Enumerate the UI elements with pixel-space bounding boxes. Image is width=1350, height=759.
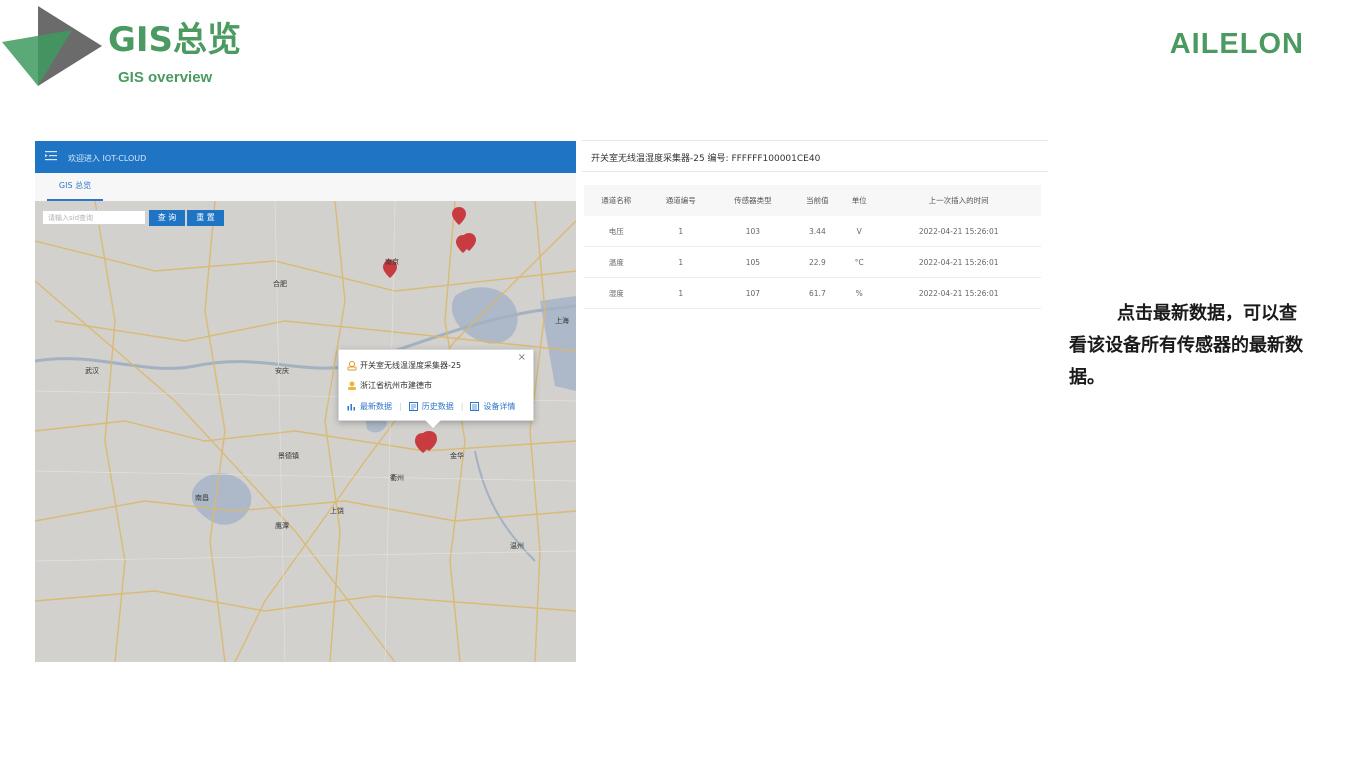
map-city-label: 武汉: [85, 367, 99, 375]
history-data-link[interactable]: 历史数据: [422, 401, 454, 412]
map-city-label: 温州: [510, 542, 524, 550]
map-city-label: 安庆: [275, 367, 289, 375]
current-value: 22.9: [792, 246, 843, 278]
popup-pointer: [425, 420, 441, 428]
device-details-link[interactable]: 设备详情: [483, 401, 515, 412]
popup-device-name: 开关室无线温湿度采集器-25: [360, 361, 462, 370]
current-value: 61.7: [792, 277, 843, 309]
sensor-type: 107: [713, 277, 793, 309]
column-header: 单位: [842, 185, 877, 216]
map-city-label: 衢州: [390, 474, 404, 482]
popup-actions: 最新数据 | 历史数据 | 设备详情: [347, 401, 515, 412]
description-text: 点击最新数据，可以查看该设备所有传感器的最新数据。: [1069, 303, 1303, 388]
map-city-label: 上海: [555, 317, 569, 325]
panel-divider: [582, 140, 1048, 141]
last-insert-time: 2022-04-21 15:26:01: [876, 246, 1041, 278]
map-city-label: 合肥: [273, 280, 287, 288]
popup-close-icon[interactable]: ×: [518, 352, 526, 363]
map-city-label: 金华: [450, 452, 464, 460]
last-insert-time: 2022-04-21 15:26:01: [876, 277, 1041, 309]
history-icon: [408, 402, 418, 411]
map-city-label: 景德镇: [278, 452, 299, 460]
logo-triangle-icon: [2, 6, 102, 86]
location-icon: [348, 381, 356, 390]
column-header: 当前值: [792, 185, 843, 216]
device-info-popup: × 开关室无线温湿度采集器-25 浙江省杭州市建德市 最新数据 | 历史数据 |…: [338, 349, 534, 428]
unit: V: [842, 216, 877, 247]
app-header: 欢迎进入 IOT-CLOUD: [35, 141, 576, 173]
iot-cloud-app: 欢迎进入 IOT-CLOUD GIS 总览 合肥 南京 上海 武汉 安庆 景德镇…: [35, 141, 576, 662]
column-header: 通道编号: [648, 185, 714, 216]
device-icon: [347, 360, 357, 370]
unit: °C: [842, 246, 877, 278]
popup-device-row: 开关室无线温湿度采集器-25: [347, 360, 461, 371]
table-header-row: 通道名称 通道编号 传感器类型 当前值 单位 上一次插入的时间: [584, 185, 1041, 216]
channel-number: 1: [648, 216, 714, 247]
divider: |: [399, 402, 402, 411]
sensor-type: 103: [713, 216, 793, 247]
map-city-label: 南昌: [195, 494, 209, 502]
channel-name: 湿度: [584, 277, 649, 309]
last-insert-time: 2022-04-21 15:26:01: [876, 216, 1041, 247]
device-title: 开关室无线温湿度采集器-25 编号: FFFFFF100001CE40: [591, 154, 821, 164]
table-row: 湿度 1 107 61.7 % 2022-04-21 15:26:01: [584, 277, 1041, 309]
slide-subtitle: GIS overview: [118, 69, 213, 86]
sensor-data-table: 通道名称 通道编号 传感器类型 当前值 单位 上一次插入的时间 电压 1 103…: [584, 185, 1041, 309]
sid-search-input[interactable]: 请输入sid查询: [42, 210, 146, 225]
query-button[interactable]: 查 询: [149, 210, 185, 226]
reset-button[interactable]: 重 置: [187, 210, 224, 226]
divider: |: [460, 402, 464, 411]
map-city-label: 鹰潭: [275, 522, 289, 530]
map-canvas: [35, 201, 576, 662]
channel-name: 电压: [584, 216, 649, 247]
channel-number: 1: [648, 246, 714, 278]
welcome-text: 欢迎进入 IOT-CLOUD: [68, 154, 147, 163]
table-row: 电压 1 103 3.44 V 2022-04-21 15:26:01: [584, 216, 1041, 247]
popup-location-row: 浙江省杭州市建德市: [347, 380, 432, 391]
popup-location: 浙江省杭州市建德市: [360, 381, 432, 390]
brand-logo: AILELON: [1169, 28, 1304, 60]
panel-divider: [582, 171, 1048, 172]
latest-data-link[interactable]: 最新数据: [360, 401, 392, 412]
map-city-label: 上饶: [330, 507, 344, 515]
slide-title: GIS总览: [108, 20, 242, 60]
channel-number: 1: [648, 277, 714, 309]
column-header: 上一次插入的时间: [876, 185, 1041, 216]
tab-bar: GIS 总览: [35, 173, 576, 202]
unit: %: [842, 277, 877, 309]
tab-gis-overview[interactable]: GIS 总览: [47, 177, 103, 201]
bar-chart-icon: [347, 404, 355, 411]
map-view[interactable]: 合肥 南京 上海 武汉 安庆 景德镇 南昌 杭州 衢州 金华 温州 上饶 鹰潭 …: [35, 201, 576, 662]
channel-name: 温度: [584, 246, 649, 278]
menu-fold-icon[interactable]: [45, 150, 57, 162]
details-icon: [470, 402, 480, 411]
column-header: 传感器类型: [713, 185, 793, 216]
map-city-label: 南京: [385, 258, 399, 266]
sensor-type: 105: [713, 246, 793, 278]
current-value: 3.44: [792, 216, 843, 247]
column-header: 通道名称: [584, 185, 649, 216]
table-row: 温度 1 105 22.9 °C 2022-04-21 15:26:01: [584, 246, 1041, 278]
